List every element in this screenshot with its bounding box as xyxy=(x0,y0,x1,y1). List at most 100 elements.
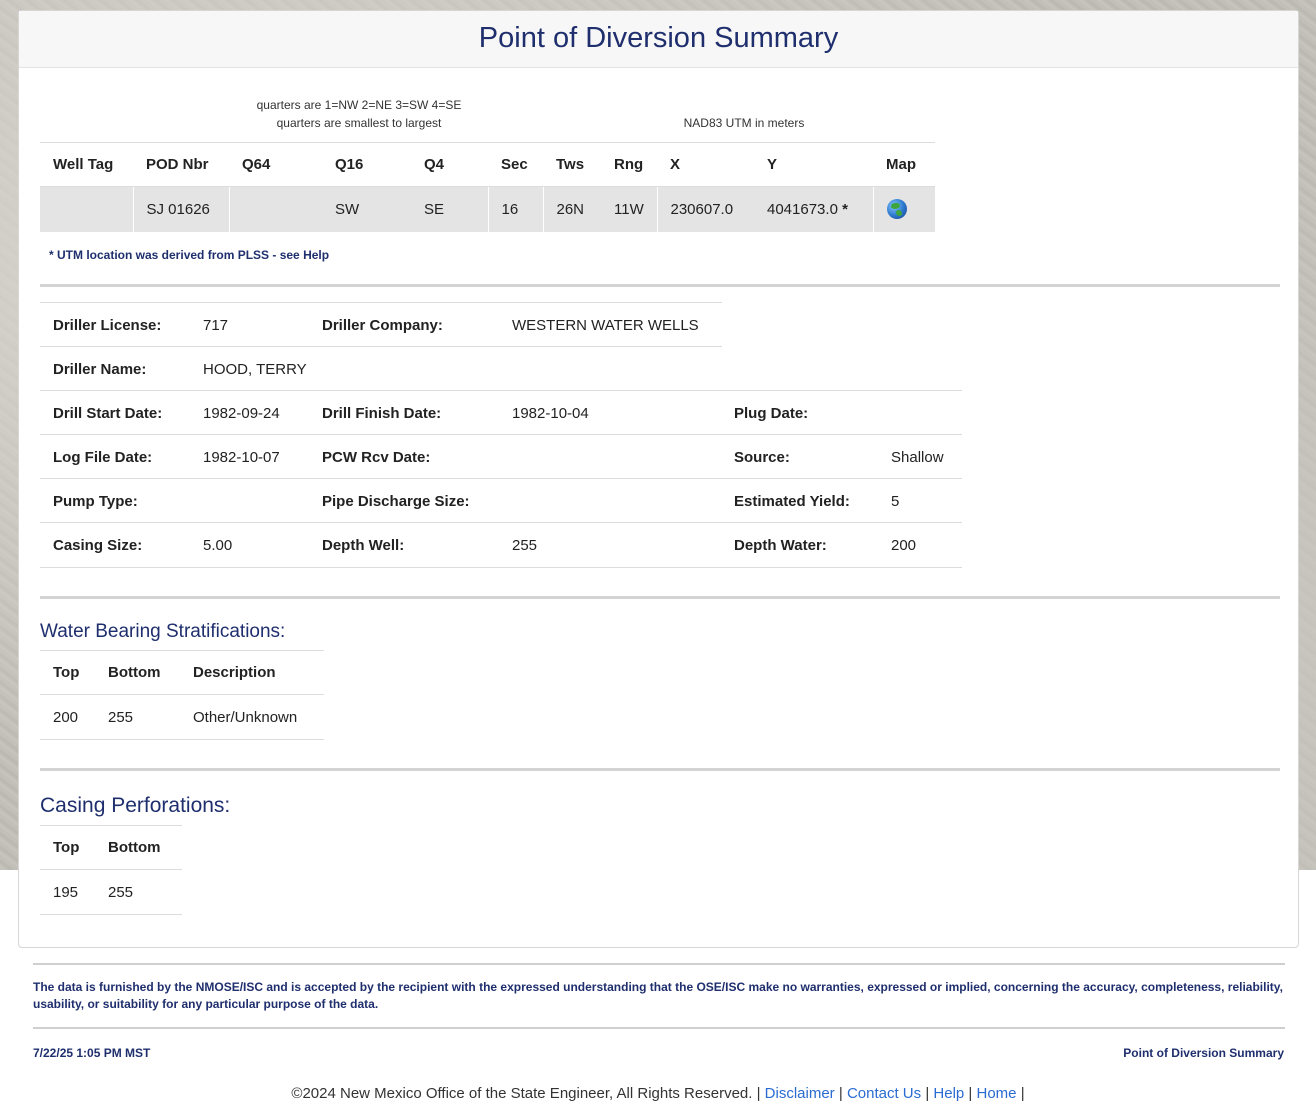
link-separator: | xyxy=(1020,1085,1025,1102)
card-header: Point of Diversion Summary xyxy=(19,11,1298,68)
link-separator: | xyxy=(838,1085,843,1102)
depth-water-label: Depth Water: xyxy=(734,537,827,554)
driller-license-label: Driller License: xyxy=(53,317,162,334)
driller-name-value: HOOD, TERRY xyxy=(203,361,307,378)
row-divider xyxy=(40,478,962,479)
cell-tws: 26N xyxy=(542,186,601,232)
section-divider xyxy=(40,284,1280,287)
row-divider xyxy=(40,567,962,568)
perf-top: 195 xyxy=(40,869,95,915)
stratifications-table: Top Bottom Description 200 255 Other/Unk… xyxy=(40,650,324,740)
row-divider xyxy=(40,346,722,347)
disclaimer-text: The data is furnished by the NMOSE/ISC a… xyxy=(33,980,1283,1011)
table-row: 200 255 Other/Unknown xyxy=(40,694,324,740)
log-file-value: 1982-10-07 xyxy=(203,449,280,466)
plug-date-label: Plug Date: xyxy=(734,405,809,422)
cell-x: 230607.0 xyxy=(656,186,754,232)
perforations-header-row: Top Bottom xyxy=(40,825,182,870)
col-header-map: Map xyxy=(873,142,935,187)
page-title: Point of Diversion Summary xyxy=(478,22,839,54)
pipe-discharge-label: Pipe Discharge Size: xyxy=(322,493,470,510)
strat-bottom: 255 xyxy=(95,694,180,740)
cell-q4: SE xyxy=(411,186,488,232)
row-divider xyxy=(40,522,962,523)
drill-start-label: Drill Start Date: xyxy=(53,405,163,422)
depth-well-value: 255 xyxy=(512,537,538,554)
link-separator: | xyxy=(925,1085,930,1102)
cell-y-value: 4041673.0 xyxy=(767,200,838,218)
col-header-bottom: Bottom xyxy=(95,825,182,870)
row-divider xyxy=(40,302,722,303)
quarters-note-1: quarters are 1=NW 2=NE 3=SW 4=SE xyxy=(256,98,462,112)
timestamp: 7/22/25 1:05 PM MST xyxy=(33,1046,151,1060)
col-header-well-tag: Well Tag xyxy=(40,142,133,187)
pcw-rcv-label: PCW Rcv Date: xyxy=(322,449,431,466)
col-header-q4: Q4 xyxy=(411,142,488,187)
driller-license-value: 717 xyxy=(203,317,229,334)
casing-size-value: 5.00 xyxy=(203,537,233,554)
section-divider xyxy=(40,768,1280,771)
driller-company-label: Driller Company: xyxy=(322,317,443,334)
row-divider xyxy=(40,390,962,391)
pod-table: Well Tag POD Nbr Q64 Q16 Q4 Sec Tws Rng … xyxy=(40,142,935,232)
stratifications-title: Water Bearing Stratifications: xyxy=(40,621,286,642)
col-header-rng: Rng xyxy=(601,142,657,187)
cell-y-flag: * xyxy=(842,200,848,218)
section-divider xyxy=(40,596,1280,599)
globe-icon[interactable] xyxy=(886,199,907,220)
estimated-yield-label: Estimated Yield: xyxy=(734,493,850,510)
driller-company-value: WESTERN WATER WELLS xyxy=(512,317,699,334)
utm-header-note: NAD83 UTM in meters xyxy=(683,116,805,130)
disclaimer-link[interactable]: Disclaimer xyxy=(765,1085,835,1102)
col-header-top: Top xyxy=(40,650,95,695)
col-header-tws: Tws xyxy=(543,142,601,187)
col-header-q64: Q64 xyxy=(229,142,322,187)
col-header-bottom: Bottom xyxy=(95,650,180,695)
drill-finish-value: 1982-10-04 xyxy=(512,405,589,422)
pod-table-header-row: Well Tag POD Nbr Q64 Q16 Q4 Sec Tws Rng … xyxy=(40,142,935,187)
contact-us-link[interactable]: Contact Us xyxy=(847,1085,921,1102)
source-value: Shallow xyxy=(891,449,944,466)
footer-divider xyxy=(33,1027,1285,1029)
home-link[interactable]: Home xyxy=(977,1085,1017,1102)
help-link[interactable]: Help xyxy=(933,1085,964,1102)
cell-sec: 16 xyxy=(487,186,543,232)
pump-type-label: Pump Type: xyxy=(53,493,138,510)
copyright-text: ©2024 New Mexico Office of the State Eng… xyxy=(291,1085,753,1102)
quarters-note-2: quarters are smallest to largest xyxy=(276,116,442,130)
col-header-sec: Sec xyxy=(488,142,543,187)
stratifications-header-row: Top Bottom Description xyxy=(40,650,324,695)
col-header-x: X xyxy=(657,142,754,187)
cell-y: 4041673.0 * xyxy=(754,186,873,232)
footer-divider xyxy=(33,963,1285,965)
perforations-table: Top Bottom 195 255 xyxy=(40,825,182,915)
link-separator: | xyxy=(756,1085,761,1102)
perforations-title: Casing Perforations: xyxy=(40,794,231,817)
copyright-bar: ©2024 New Mexico Office of the State Eng… xyxy=(0,1085,1316,1102)
casing-size-label: Casing Size: xyxy=(53,537,143,554)
perf-bottom: 255 xyxy=(95,869,182,915)
col-header-q16: Q16 xyxy=(322,142,411,187)
drill-finish-label: Drill Finish Date: xyxy=(322,405,442,422)
driller-name-label: Driller Name: xyxy=(53,361,147,378)
cell-pod-nbr: SJ 01626 xyxy=(132,186,229,232)
depth-water-value: 200 xyxy=(891,537,917,554)
strat-top: 200 xyxy=(40,694,95,740)
table-row: SJ 01626 SW SE 16 26N 11W 230607.0 40416… xyxy=(40,186,935,232)
cell-well-tag xyxy=(40,186,133,232)
source-label: Source: xyxy=(734,449,790,466)
estimated-yield-value: 5 xyxy=(891,493,900,510)
col-header-pod-nbr: POD Nbr xyxy=(133,142,229,187)
cell-q64 xyxy=(228,186,322,232)
table-row: 195 255 xyxy=(40,869,182,915)
summary-card: Point of Diversion Summary quarters are … xyxy=(18,10,1299,948)
drill-start-value: 1982-09-24 xyxy=(203,405,280,422)
footer-page-name: Point of Diversion Summary xyxy=(1123,1046,1284,1060)
row-divider xyxy=(40,434,962,435)
link-separator: | xyxy=(968,1085,973,1102)
cell-q16: SW xyxy=(322,186,411,232)
col-header-top: Top xyxy=(40,825,95,870)
col-header-description: Description xyxy=(180,650,324,695)
cell-rng: 11W xyxy=(601,186,657,232)
utm-derived-note: * UTM location was derived from PLSS - s… xyxy=(49,248,330,262)
